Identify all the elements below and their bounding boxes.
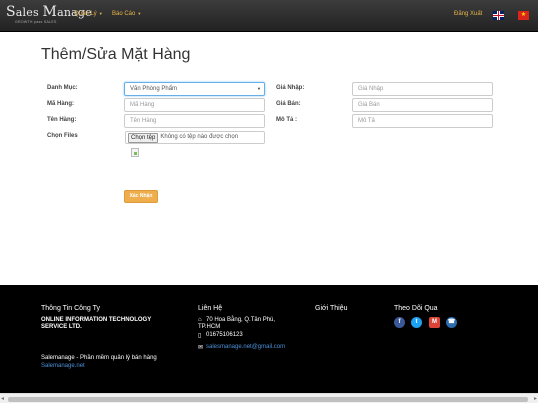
envelope-icon: ✉	[198, 345, 204, 351]
product-description: Salemanage - Phần mềm quản lý bán hàng	[41, 355, 157, 361]
scrollbar-thumb[interactable]	[8, 397, 528, 402]
cost-label: Giá Nhập:	[276, 85, 305, 91]
category-select-value: Văn Phòng Phẩm	[130, 86, 178, 92]
follow-heading: Theo Dõi Qua	[394, 305, 438, 312]
vn-flag-icon[interactable]: ★	[518, 11, 529, 20]
page-title: Thêm/Sửa Mặt Hàng	[41, 46, 191, 63]
logout-link[interactable]: Đăng Xuất	[454, 11, 482, 17]
horizontal-scrollbar[interactable]: ◂ ▸	[0, 393, 538, 403]
caret-down-icon: ▼	[98, 11, 103, 16]
scroll-right-icon[interactable]: ▸	[534, 395, 537, 402]
image-preview-icon	[131, 148, 139, 157]
price-label: Giá Bán:	[276, 101, 301, 107]
name-label: Tên Hàng:	[47, 117, 77, 123]
select-arrow-icon: ▼	[257, 86, 261, 91]
files-label: Chọn Files	[47, 133, 78, 139]
home-icon: ⌂	[198, 317, 202, 323]
brand-tagline: GROWTH pass SALES	[15, 20, 57, 24]
top-navbar: Sales Manage GROWTH pass SALES Quản Lý ▼ …	[0, 0, 538, 32]
nav-menu-reports[interactable]: Báo Cáo ▼	[112, 11, 141, 17]
code-input[interactable]: Mã Hàng	[124, 98, 265, 112]
address-line1: 70 Hoa Bằng, Q.Tân Phú,	[206, 317, 276, 323]
contact-heading: Liên Hệ	[198, 305, 223, 312]
category-label: Danh Mục:	[47, 85, 78, 91]
uk-flag-icon[interactable]	[493, 11, 504, 20]
twitter-icon[interactable]: t	[411, 317, 422, 328]
caret-down-icon: ▼	[137, 11, 142, 16]
description-input[interactable]: Mô Tả	[352, 114, 493, 128]
file-input[interactable]: Chọn tệp Không có tệp nào được chọn	[125, 131, 265, 144]
facebook-icon[interactable]: f	[394, 317, 405, 328]
submit-button[interactable]: Xác Nhận	[124, 190, 158, 203]
brand-logo[interactable]: Sales Manage GROWTH pass SALES	[6, 4, 92, 28]
price-input[interactable]: Giá Bán	[352, 98, 493, 112]
choose-file-button[interactable]: Chọn tệp	[128, 132, 159, 143]
cost-input[interactable]: Giá Nhập	[352, 82, 493, 96]
category-select[interactable]: Văn Phòng Phẩm ▼	[124, 82, 265, 96]
footer	[0, 285, 538, 393]
description-label: Mô Tả :	[276, 117, 297, 123]
code-label: Mã Hàng:	[47, 101, 74, 107]
nav-menu-manage-label: Quản Lý	[74, 11, 97, 17]
phone-number: 01675106123	[206, 332, 243, 338]
intro-heading[interactable]: Giới Thiệu	[315, 305, 347, 312]
product-link[interactable]: Salemanage.net	[41, 363, 85, 369]
nav-menu-reports-label: Báo Cáo	[112, 11, 136, 17]
address-line2: TP.HCM	[198, 324, 221, 330]
mobile-icon: ▯	[198, 333, 202, 339]
company-name: ONLINE INFORMATION TECHNOLOGY SERVICE LT…	[41, 317, 152, 330]
file-status-text: Không có tệp nào được chọn	[160, 134, 239, 140]
name-input[interactable]: Tên Hàng	[124, 114, 265, 128]
phone-icon[interactable]: ☎	[446, 317, 457, 328]
nav-menu-manage[interactable]: Quản Lý ▼	[74, 11, 103, 17]
email-link[interactable]: salesmanage.net@gmail.com	[206, 344, 285, 350]
scroll-left-icon[interactable]: ◂	[1, 395, 4, 402]
gmail-icon[interactable]: M	[429, 317, 440, 328]
company-heading: Thông Tin Công Ty	[41, 305, 101, 312]
